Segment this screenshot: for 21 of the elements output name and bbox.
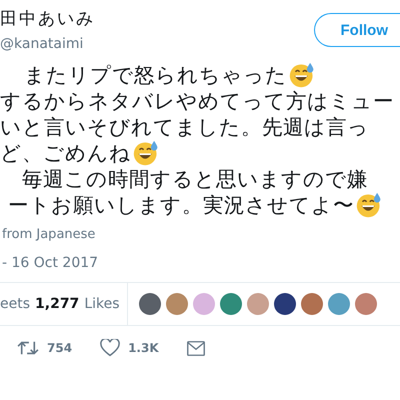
author-handle[interactable]: @kanataimi — [0, 36, 95, 52]
tweet-text-line: ど、ごめんね — [0, 140, 131, 166]
liker-avatar[interactable] — [138, 293, 161, 315]
like-count: 1.3K — [128, 341, 159, 355]
tweet-text-line: 毎週この時間すると思いますので嫌 — [22, 166, 368, 192]
tweet-text-line: するからネタバレやめてって方はミュー — [0, 88, 394, 114]
tweet-text-line: ートお願いします。実況させてよ〜 — [8, 192, 354, 218]
retweet-icon[interactable] — [17, 339, 39, 357]
retweets-label[interactable]: eets — [0, 296, 30, 312]
tweet-text-line: またリプで怒られちゃった — [24, 62, 287, 88]
retweet-count: 754 — [47, 341, 72, 355]
likes-label[interactable]: Likes — [84, 296, 120, 312]
likes-count[interactable]: 1,277 — [35, 296, 80, 312]
liker-avatar[interactable] — [274, 293, 296, 315]
author-name[interactable]: 田中あいみ — [0, 8, 95, 30]
translated-from-link[interactable]: from Japanese — [2, 227, 400, 242]
envelope-icon[interactable] — [186, 340, 205, 356]
follow-button[interactable]: Follow — [314, 13, 400, 47]
timestamp[interactable]: - 16 Oct 2017 — [2, 255, 400, 271]
heart-icon[interactable] — [100, 339, 120, 357]
tweet-text-line: いと言いそびれてました。先週は言っ — [0, 114, 369, 140]
